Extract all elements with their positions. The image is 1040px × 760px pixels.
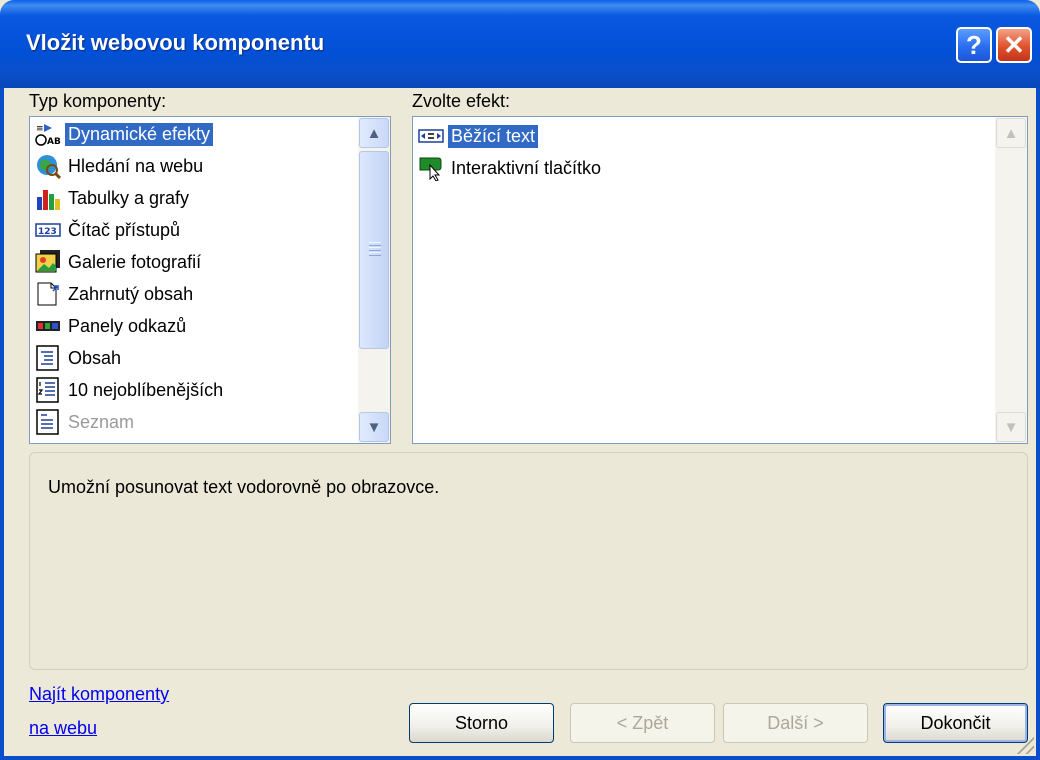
chevron-up-icon: ▲ bbox=[366, 124, 382, 142]
back-button-label: < Zpět bbox=[616, 712, 669, 733]
list-item-label: Běžící text bbox=[448, 124, 539, 148]
list-item-label: Zahrnutý obsah bbox=[68, 283, 194, 304]
list-item-label: Interaktivní tlačítko bbox=[451, 157, 602, 178]
list-item[interactable]: ≡ AB Dynamické efekty bbox=[34, 118, 214, 150]
link-bar-icon bbox=[34, 312, 62, 340]
marquee-icon bbox=[417, 122, 445, 150]
vertical-scrollbar[interactable]: ▲ ▼ bbox=[358, 117, 390, 443]
list-item[interactable]: Seznam bbox=[34, 406, 137, 438]
photo-gallery-icon bbox=[34, 248, 62, 276]
list-item[interactable]: Hledání na webu bbox=[34, 150, 206, 182]
svg-text:≡: ≡ bbox=[36, 124, 44, 134]
list-item-label: Čítač přístupů bbox=[68, 219, 181, 240]
svg-text:AB: AB bbox=[47, 137, 61, 147]
scroll-down-button[interactable]: ▼ bbox=[996, 412, 1026, 442]
list-item[interactable]: 123 Čítač přístupů bbox=[34, 214, 183, 246]
component-type-label: Typ komponenty: bbox=[29, 91, 167, 111]
hit-counter-icon: 123 bbox=[34, 216, 62, 244]
top-ten-icon bbox=[34, 376, 62, 404]
description-panel: Umožní posunovat text vodorovně po obraz… bbox=[29, 452, 1028, 670]
list-item[interactable]: Tabulky a grafy bbox=[34, 182, 192, 214]
list-item-label: Tabulky a grafy bbox=[68, 187, 190, 208]
included-content-icon bbox=[34, 280, 62, 308]
chevron-up-icon: ▲ bbox=[1003, 124, 1019, 142]
charts-icon bbox=[34, 184, 62, 212]
vertical-scrollbar[interactable]: ▲ ▼ bbox=[995, 117, 1027, 443]
close-icon: ✕ bbox=[1003, 29, 1025, 60]
web-search-icon bbox=[34, 152, 62, 180]
description-text: Umožní posunovat text vodorovně po obraz… bbox=[48, 477, 440, 497]
scroll-up-button[interactable]: ▲ bbox=[359, 118, 389, 148]
close-button[interactable]: ✕ bbox=[996, 27, 1032, 63]
title-bar: Vložit webovou komponentu ? ✕ bbox=[0, 0, 1040, 88]
list-item-label: Dynamické efekty bbox=[65, 122, 214, 146]
list-item-label: Hledání na webu bbox=[68, 155, 204, 176]
find-components-link[interactable]: Najít komponenty bbox=[29, 684, 169, 705]
chevron-down-icon: ▼ bbox=[366, 418, 382, 436]
find-components-link-line2[interactable]: na webu bbox=[29, 718, 97, 739]
cancel-button[interactable]: Storno bbox=[409, 703, 554, 743]
help-icon: ? bbox=[966, 29, 982, 60]
back-button[interactable]: < Zpět bbox=[570, 703, 715, 743]
component-type-list[interactable]: ≡ AB Dynamické efekty Hledání na webu Tab… bbox=[29, 116, 391, 444]
list-item[interactable]: 10 nejoblíbenějších bbox=[34, 374, 226, 406]
scroll-thumb[interactable] bbox=[359, 151, 389, 349]
next-button-label: Další > bbox=[767, 712, 824, 733]
svg-text:123: 123 bbox=[38, 227, 57, 237]
dynamic-effects-icon: ≡ AB bbox=[34, 120, 62, 148]
effect-list[interactable]: Běžící text Interaktivní tlačítko ▲ ▼ bbox=[412, 116, 1028, 444]
help-button[interactable]: ? bbox=[956, 27, 992, 63]
window-title: Vložit webovou komponentu bbox=[26, 30, 325, 55]
list-icon bbox=[34, 408, 62, 436]
interactive-button-icon bbox=[417, 154, 445, 182]
list-item-label: Obsah bbox=[68, 347, 122, 368]
list-item-label: Galerie fotografií bbox=[68, 251, 202, 272]
list-item[interactable]: Panely odkazů bbox=[34, 310, 189, 342]
scroll-up-button[interactable]: ▲ bbox=[996, 118, 1026, 148]
finish-button[interactable]: Dokončit bbox=[883, 703, 1028, 743]
list-item-label: Seznam bbox=[68, 411, 135, 432]
list-item[interactable]: Galerie fotografií bbox=[34, 246, 204, 278]
cancel-button-label: Storno bbox=[454, 712, 509, 733]
scroll-down-button[interactable]: ▼ bbox=[359, 412, 389, 442]
list-item[interactable]: Běžící text bbox=[417, 120, 539, 152]
list-item[interactable]: Obsah bbox=[34, 342, 124, 374]
list-item-label: Panely odkazů bbox=[68, 315, 187, 336]
chevron-down-icon: ▼ bbox=[1003, 418, 1019, 436]
list-item[interactable]: Interaktivní tlačítko bbox=[417, 152, 604, 184]
table-of-contents-icon bbox=[34, 344, 62, 372]
effect-label: Zvolte efekt: bbox=[412, 91, 511, 111]
finish-button-label: Dokončit bbox=[920, 712, 991, 733]
list-item[interactable]: Zahrnutý obsah bbox=[34, 278, 196, 310]
list-item-label: 10 nejoblíbenějších bbox=[68, 379, 224, 400]
next-button[interactable]: Další > bbox=[723, 703, 868, 743]
